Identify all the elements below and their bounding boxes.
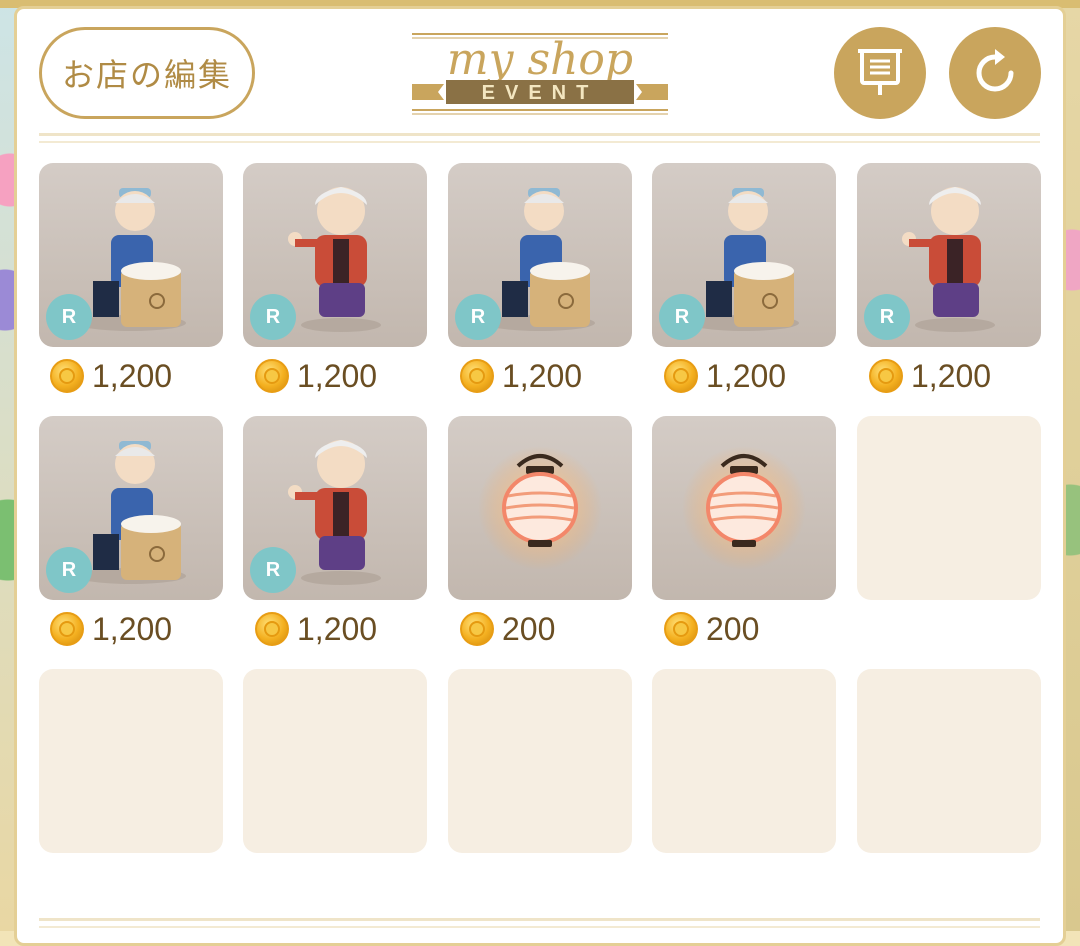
empty-slot[interactable] <box>652 669 836 853</box>
logo-title: my shop <box>447 34 633 85</box>
rarity-badge: R <box>864 294 910 340</box>
shop-slot-8[interactable] <box>448 416 632 600</box>
coin-icon <box>255 359 289 393</box>
shop-slot-2[interactable]: R <box>243 163 427 347</box>
price-label: 1,200 <box>50 609 172 649</box>
shop-slot-9[interactable] <box>652 416 836 600</box>
refresh-button[interactable] <box>949 27 1041 119</box>
coin-icon <box>460 359 494 393</box>
empty-slot[interactable] <box>857 416 1041 600</box>
price-value: 1,200 <box>502 357 583 394</box>
refresh-icon <box>971 49 1019 97</box>
price-value: 1,200 <box>297 610 378 647</box>
rarity-badge: R <box>46 294 92 340</box>
price-label: 1,200 <box>460 356 582 396</box>
signboard-icon <box>856 47 904 99</box>
footer-divider-thin <box>39 926 1040 928</box>
empty-slot[interactable] <box>857 669 1041 853</box>
shop-slot-6[interactable]: R <box>39 416 223 600</box>
price-value: 1,200 <box>297 357 378 394</box>
coin-icon <box>869 359 903 393</box>
coin-icon <box>255 612 289 646</box>
price-label: 1,200 <box>255 609 377 649</box>
price-value: 1,200 <box>706 357 787 394</box>
empty-slot[interactable] <box>243 669 427 853</box>
coin-icon <box>664 612 698 646</box>
price-label: 1,200 <box>255 356 377 396</box>
price-value: 1,200 <box>92 357 173 394</box>
logo-subtitle: EVENT <box>482 82 599 104</box>
empty-slot[interactable] <box>448 669 632 853</box>
price-value: 1,200 <box>92 610 173 647</box>
empty-slot[interactable] <box>39 669 223 853</box>
rarity-badge: R <box>455 294 501 340</box>
price-value: 200 <box>502 610 556 647</box>
header-divider-thin <box>39 141 1040 143</box>
price-label: 200 <box>460 609 555 649</box>
rarity-badge: R <box>250 547 296 593</box>
my-shop-event-logo: my shop EVENT <box>410 28 670 120</box>
edit-shop-button[interactable]: お店の編集 <box>39 27 255 119</box>
price-label: 1,200 <box>50 356 172 396</box>
signboard-button[interactable] <box>834 27 926 119</box>
shop-slot-7[interactable]: R <box>243 416 427 600</box>
price-value: 200 <box>706 610 760 647</box>
price-label: 1,200 <box>869 356 991 396</box>
rarity-badge: R <box>250 294 296 340</box>
shop-slot-4[interactable]: R <box>652 163 836 347</box>
shop-slot-3[interactable]: R <box>448 163 632 347</box>
coin-icon <box>50 359 84 393</box>
header-divider <box>39 133 1040 136</box>
price-label: 200 <box>664 609 759 649</box>
coin-icon <box>50 612 84 646</box>
paper-lantern-icon <box>682 446 806 570</box>
shop-slot-1[interactable]: R <box>39 163 223 347</box>
coin-icon <box>460 612 494 646</box>
price-label: 1,200 <box>664 356 786 396</box>
shop-slot-5[interactable]: R <box>857 163 1041 347</box>
coin-icon <box>664 359 698 393</box>
price-value: 1,200 <box>911 357 992 394</box>
paper-lantern-icon <box>478 446 602 570</box>
footer-divider <box>39 918 1040 921</box>
rarity-badge: R <box>46 547 92 593</box>
rarity-badge: R <box>659 294 705 340</box>
